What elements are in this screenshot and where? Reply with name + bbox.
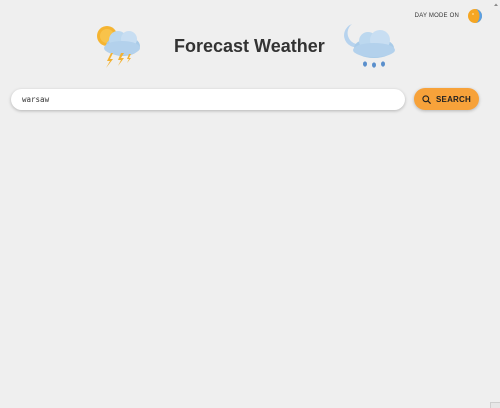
page-title: Forecast Weather <box>174 36 325 56</box>
app-page: DAY MODE ON Forecast Weather warsaw SEAR… <box>0 0 500 408</box>
resize-corner[interactable] <box>490 402 500 408</box>
page-header: Forecast Weather <box>0 22 500 74</box>
day-mode-label: DAY MODE ON <box>414 13 459 19</box>
moon-cloud-rain-icon <box>340 22 400 77</box>
search-icon <box>422 94 431 104</box>
search-input[interactable] <box>11 89 405 110</box>
sun-cloud-thunder-icon <box>92 22 148 77</box>
search-button-label: SEARCH <box>436 94 471 104</box>
scroll-up-arrow-icon[interactable] <box>493 2 499 8</box>
search-bar: SEARCH <box>11 88 481 110</box>
search-button[interactable]: SEARCH <box>414 88 479 110</box>
